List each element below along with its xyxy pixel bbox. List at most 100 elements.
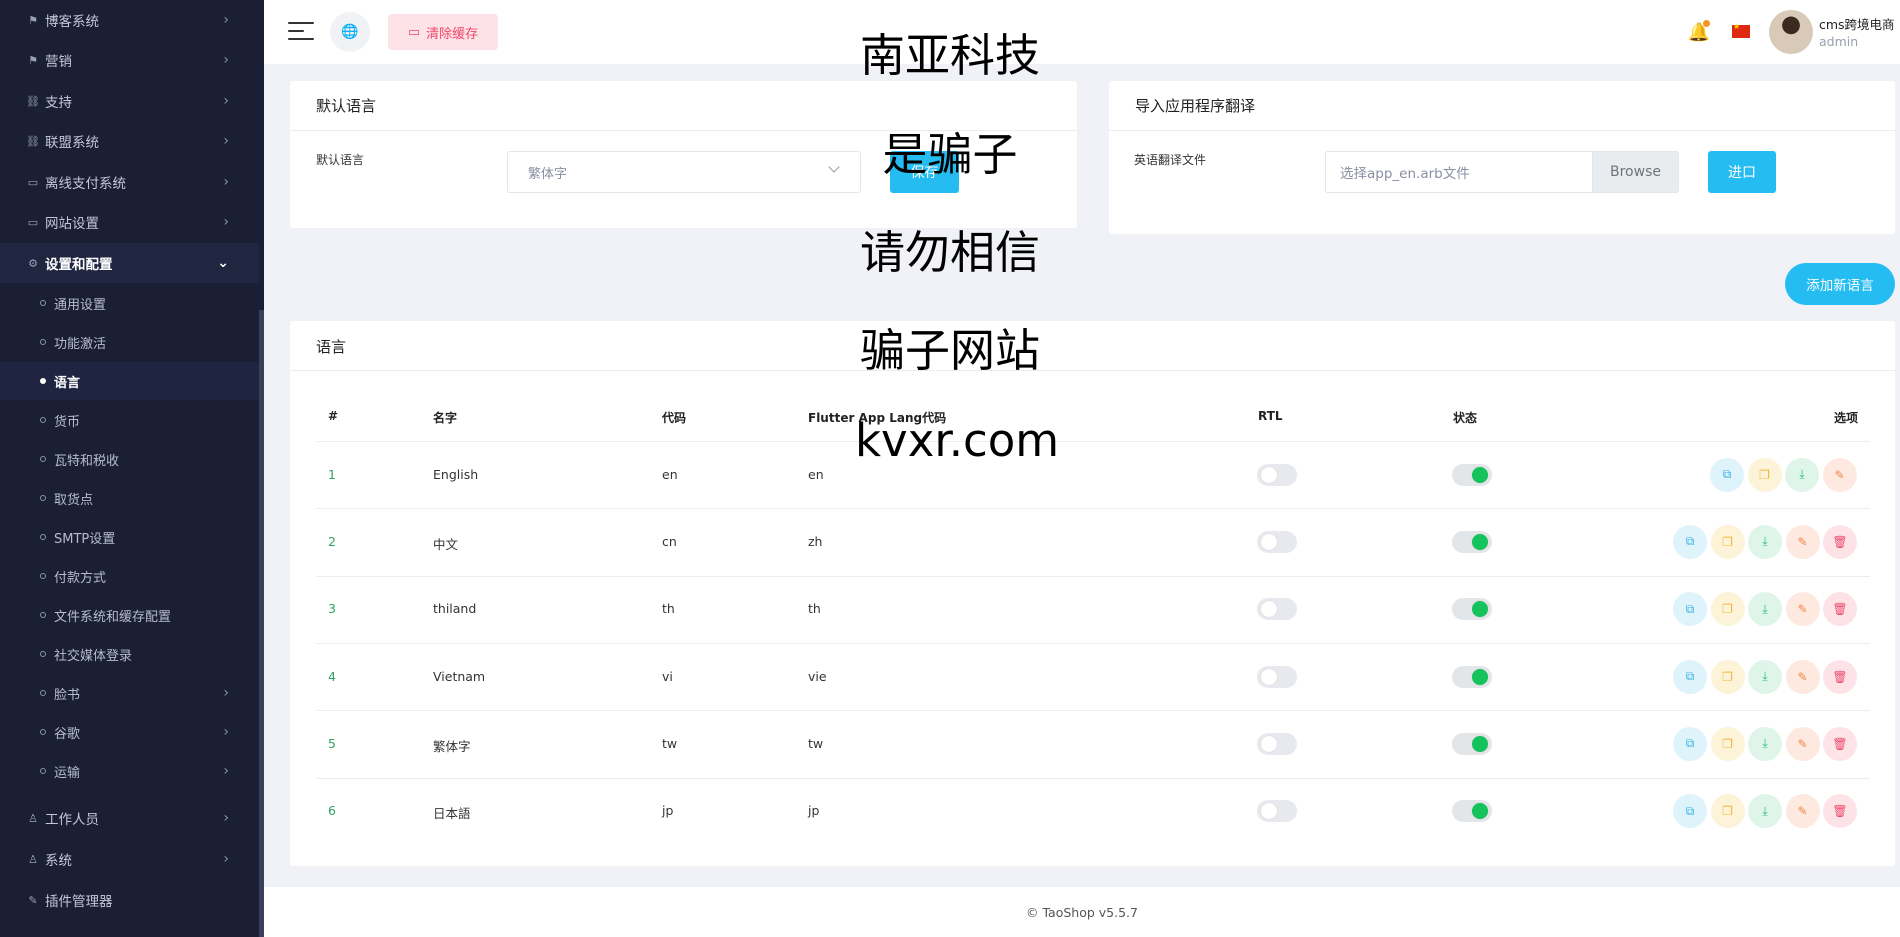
import-button[interactable]: 进口: [1708, 151, 1776, 193]
delete-icon[interactable]: 🗑: [1823, 659, 1857, 694]
default-language-select[interactable]: 繁体字: [507, 151, 861, 193]
sidebar-subitem[interactable]: 货币: [0, 401, 259, 439]
sidebar-scrollbar[interactable]: [259, 310, 264, 937]
sidebar-item[interactable]: ♙ 系统 ›: [0, 839, 259, 879]
rtl-toggle[interactable]: [1257, 598, 1297, 621]
translate-icon[interactable]: ⧉: [1673, 726, 1707, 761]
sidebar-item-label: 插件管理器: [45, 894, 113, 910]
chevron-down-icon: ⌄: [217, 255, 229, 271]
edit-icon[interactable]: ✎: [1822, 457, 1857, 492]
copy-icon[interactable]: ❐: [1710, 794, 1745, 829]
status-toggle[interactable]: [1452, 665, 1492, 688]
copy-icon[interactable]: ❐: [1710, 726, 1745, 761]
status-toggle[interactable]: [1452, 800, 1492, 823]
edit-icon[interactable]: ✎: [1785, 794, 1820, 829]
sidebar-subitem-label: 运输: [54, 765, 81, 781]
card-title: 导入应用程序翻译: [1135, 97, 1256, 115]
edit-icon[interactable]: ✎: [1785, 524, 1820, 559]
user-icon: ♙: [28, 811, 38, 825]
status-toggle[interactable]: [1452, 463, 1492, 486]
sidebar-subitem[interactable]: 运输 ›: [0, 752, 259, 790]
bullet-icon: [40, 495, 46, 501]
sidebar-subitem[interactable]: SMTP设置: [0, 518, 259, 556]
sidebar-item[interactable]: ⛓ 支持 ›: [0, 81, 259, 121]
edit-icon[interactable]: ✎: [1785, 726, 1820, 761]
status-toggle[interactable]: [1452, 598, 1492, 621]
translate-icon[interactable]: ⧉: [1673, 794, 1707, 829]
column-header: #: [328, 409, 339, 423]
chevron-right-icon: ›: [223, 724, 229, 740]
copy-icon[interactable]: ❐: [1710, 592, 1745, 627]
sidebar-subitem[interactable]: 付款方式: [0, 557, 259, 595]
sidebar-subitem[interactable]: 通用设置: [0, 284, 259, 322]
chevron-right-icon: ›: [223, 810, 229, 826]
sidebar-item[interactable]: ♙ 工作人员 ›: [0, 798, 259, 838]
download-icon[interactable]: ⤓: [1748, 794, 1782, 829]
avatar[interactable]: [1769, 10, 1813, 54]
sidebar-subitem-label: 货币: [54, 414, 81, 430]
status-toggle[interactable]: [1452, 530, 1492, 553]
edit-icon[interactable]: ✎: [1785, 659, 1820, 694]
rtl-toggle[interactable]: [1257, 530, 1297, 553]
sidebar-subitem[interactable]: 功能激活: [0, 323, 259, 361]
edit-icon[interactable]: ✎: [1785, 592, 1820, 627]
menu-toggle-icon[interactable]: [288, 22, 314, 42]
translate-icon[interactable]: ⧉: [1710, 457, 1744, 492]
translation-file-input[interactable]: 选择app_en.arb文件 Browse: [1325, 151, 1679, 193]
rtl-toggle[interactable]: [1257, 665, 1297, 688]
globe-icon[interactable]: 🌐: [330, 12, 370, 52]
column-header: 状态: [1453, 411, 1478, 425]
sidebar-item[interactable]: ⚙ 设置和配置 ⌄: [0, 243, 259, 283]
sidebar-subitem[interactable]: 瓦特和税收: [0, 440, 259, 478]
sidebar-subitem[interactable]: 脸书 ›: [0, 674, 259, 712]
rtl-toggle[interactable]: [1257, 463, 1297, 486]
download-icon[interactable]: ⤓: [1785, 457, 1819, 492]
divider: [290, 370, 1895, 371]
sidebar-subitem[interactable]: 取货点: [0, 479, 259, 517]
status-toggle[interactable]: [1452, 732, 1492, 755]
delete-icon[interactable]: 🗑: [1823, 794, 1857, 829]
copy-icon[interactable]: ❐: [1710, 524, 1745, 559]
sidebar-subitem[interactable]: 谷歌 ›: [0, 713, 259, 751]
download-icon[interactable]: ⤓: [1748, 659, 1782, 694]
sidebar-subitem[interactable]: 社交媒体登录: [0, 635, 259, 673]
sidebar-item[interactable]: ⚑ 营销 ›: [0, 40, 259, 80]
chevron-right-icon: ›: [223, 851, 229, 867]
chevron-down-icon: [828, 161, 840, 173]
toggle-knob: [1261, 601, 1277, 618]
language-card: 语言: [290, 321, 1895, 866]
toggle-knob: [1472, 533, 1488, 550]
chevron-right-icon: ›: [223, 763, 229, 779]
translate-icon[interactable]: ⧉: [1673, 592, 1707, 627]
download-icon[interactable]: ⤓: [1748, 726, 1782, 761]
delete-icon[interactable]: 🗑: [1823, 726, 1857, 761]
copy-icon[interactable]: ❐: [1710, 659, 1745, 694]
translate-icon[interactable]: ⧉: [1673, 524, 1707, 559]
sidebar-subitem[interactable]: 文件系统和缓存配置: [0, 596, 259, 634]
download-icon[interactable]: ⤓: [1748, 592, 1782, 627]
sidebar-item[interactable]: ▭ 离线支付系统 ›: [0, 162, 259, 202]
divider: [316, 441, 1870, 442]
translate-icon[interactable]: ⧉: [1673, 659, 1707, 694]
notification-bell-icon[interactable]: 🔔: [1688, 20, 1710, 44]
table-cell: 5: [328, 735, 336, 751]
selected-value: 繁体字: [528, 166, 568, 182]
column-header: 代码: [662, 411, 687, 425]
user-icon: ♙: [28, 852, 38, 866]
sidebar-subitem[interactable]: 语言: [0, 362, 259, 400]
monitor-icon: ▭: [27, 215, 39, 229]
sidebar-item[interactable]: ✎ 插件管理器: [0, 880, 259, 920]
delete-icon[interactable]: 🗑: [1823, 524, 1857, 559]
china-flag-icon[interactable]: [1732, 22, 1750, 38]
rtl-toggle[interactable]: [1257, 800, 1297, 823]
sidebar-item[interactable]: ▭ 网站设置 ›: [0, 202, 259, 242]
sidebar-item[interactable]: ⚑ 博客系统 ›: [0, 0, 259, 40]
clear-cache-button[interactable]: ▭ 清除缓存: [388, 14, 498, 50]
sidebar-item[interactable]: ⛓ 联盟系统 ›: [0, 121, 259, 161]
download-icon[interactable]: ⤓: [1748, 524, 1782, 559]
delete-icon[interactable]: 🗑: [1823, 592, 1857, 627]
copy-icon[interactable]: ❐: [1747, 457, 1782, 492]
rtl-toggle[interactable]: [1257, 732, 1297, 755]
browse-button[interactable]: Browse: [1592, 152, 1678, 192]
add-language-button[interactable]: 添加新语言: [1785, 263, 1895, 305]
